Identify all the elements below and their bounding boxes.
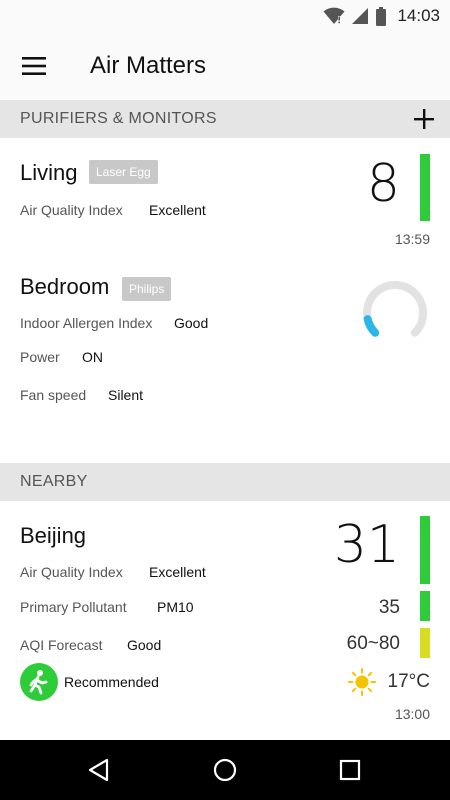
status-icons: 14:03: [323, 5, 440, 27]
device-name: Bedroom: [20, 274, 110, 299]
temperature: 17°C: [387, 671, 430, 692]
forecast-level-bar: [420, 628, 430, 658]
device-tag: Philips: [122, 277, 172, 301]
aqi-label: Air Quality Index: [20, 564, 123, 580]
aqi-value: Excellent: [149, 202, 206, 218]
gauge-track: [363, 281, 427, 337]
gauge-fill: [363, 315, 380, 337]
aqi-value: Excellent: [149, 564, 206, 580]
home-button[interactable]: [210, 755, 240, 785]
plus-icon: [414, 109, 434, 129]
back-button[interactable]: [85, 755, 115, 785]
fan-speed-label: Fan speed: [20, 387, 87, 403]
allergen-value: Good: [174, 315, 209, 331]
pollutant-label: Primary Pollutant: [20, 599, 127, 615]
system-nav-bar: [0, 740, 450, 800]
signal-icon: [352, 8, 369, 24]
pollutant-level-bar: [420, 591, 430, 621]
pollutant-value: PM10: [157, 599, 194, 615]
fan-speed-value: Silent: [108, 387, 144, 403]
walking-person-icon: [29, 670, 48, 695]
updated-time: 13:00: [394, 706, 430, 722]
forecast-value: Good: [127, 637, 162, 653]
device-name: Living: [20, 160, 78, 185]
aqi-level-bar: [420, 516, 430, 584]
power-value: ON: [82, 349, 103, 365]
power-label: Power: [20, 349, 60, 365]
city-card-beijing[interactable]: Beijing Air Quality Index Excellent Prim…: [0, 501, 450, 740]
hamburger-menu-icon: [22, 57, 46, 75]
recents-button[interactable]: [335, 755, 365, 785]
app-title: Air Matters: [90, 52, 207, 79]
recommend-badge: [20, 663, 58, 701]
back-icon: [88, 758, 109, 782]
home-icon: [213, 758, 237, 782]
menu-button[interactable]: [18, 52, 52, 80]
forecast-range: 60~80: [346, 633, 400, 654]
recents-icon: [339, 759, 361, 781]
battery-icon: [376, 6, 387, 26]
device-card-living[interactable]: Living Laser Egg Air Quality Index Excel…: [0, 138, 450, 260]
aqi-level-bar: [420, 154, 430, 221]
updated-time: 13:59: [394, 231, 430, 247]
aqi-number: 8: [366, 154, 400, 214]
aqi-label: Air Quality Index: [20, 202, 123, 218]
section-title: PURIFIERS & MONITORS: [20, 110, 217, 127]
aqi-number: 31: [333, 515, 400, 575]
allergen-label: Indoor Allergen Index: [20, 315, 153, 331]
city-name: Beijing: [20, 523, 87, 548]
add-device-button[interactable]: [410, 105, 438, 133]
forecast-label: AQI Forecast: [20, 637, 103, 653]
section-title: NEARBY: [20, 473, 88, 490]
purifiers-section-header: PURIFIERS & MONITORS: [0, 100, 450, 138]
status-time: 14:03: [397, 6, 440, 25]
allergen-gauge: [363, 281, 427, 337]
device-card-bedroom[interactable]: Bedroom Philips Indoor Allergen Index Go…: [0, 260, 450, 463]
nearby-section-header: NEARBY: [0, 463, 450, 501]
recommendation-text: Recommended: [64, 674, 159, 690]
status-bar: 14:03: [0, 0, 450, 32]
app-bar: Air Matters: [0, 32, 450, 100]
pollutant-number: 35: [378, 597, 400, 618]
wifi-icon: [323, 7, 345, 24]
device-tag: Laser Egg: [89, 160, 158, 184]
